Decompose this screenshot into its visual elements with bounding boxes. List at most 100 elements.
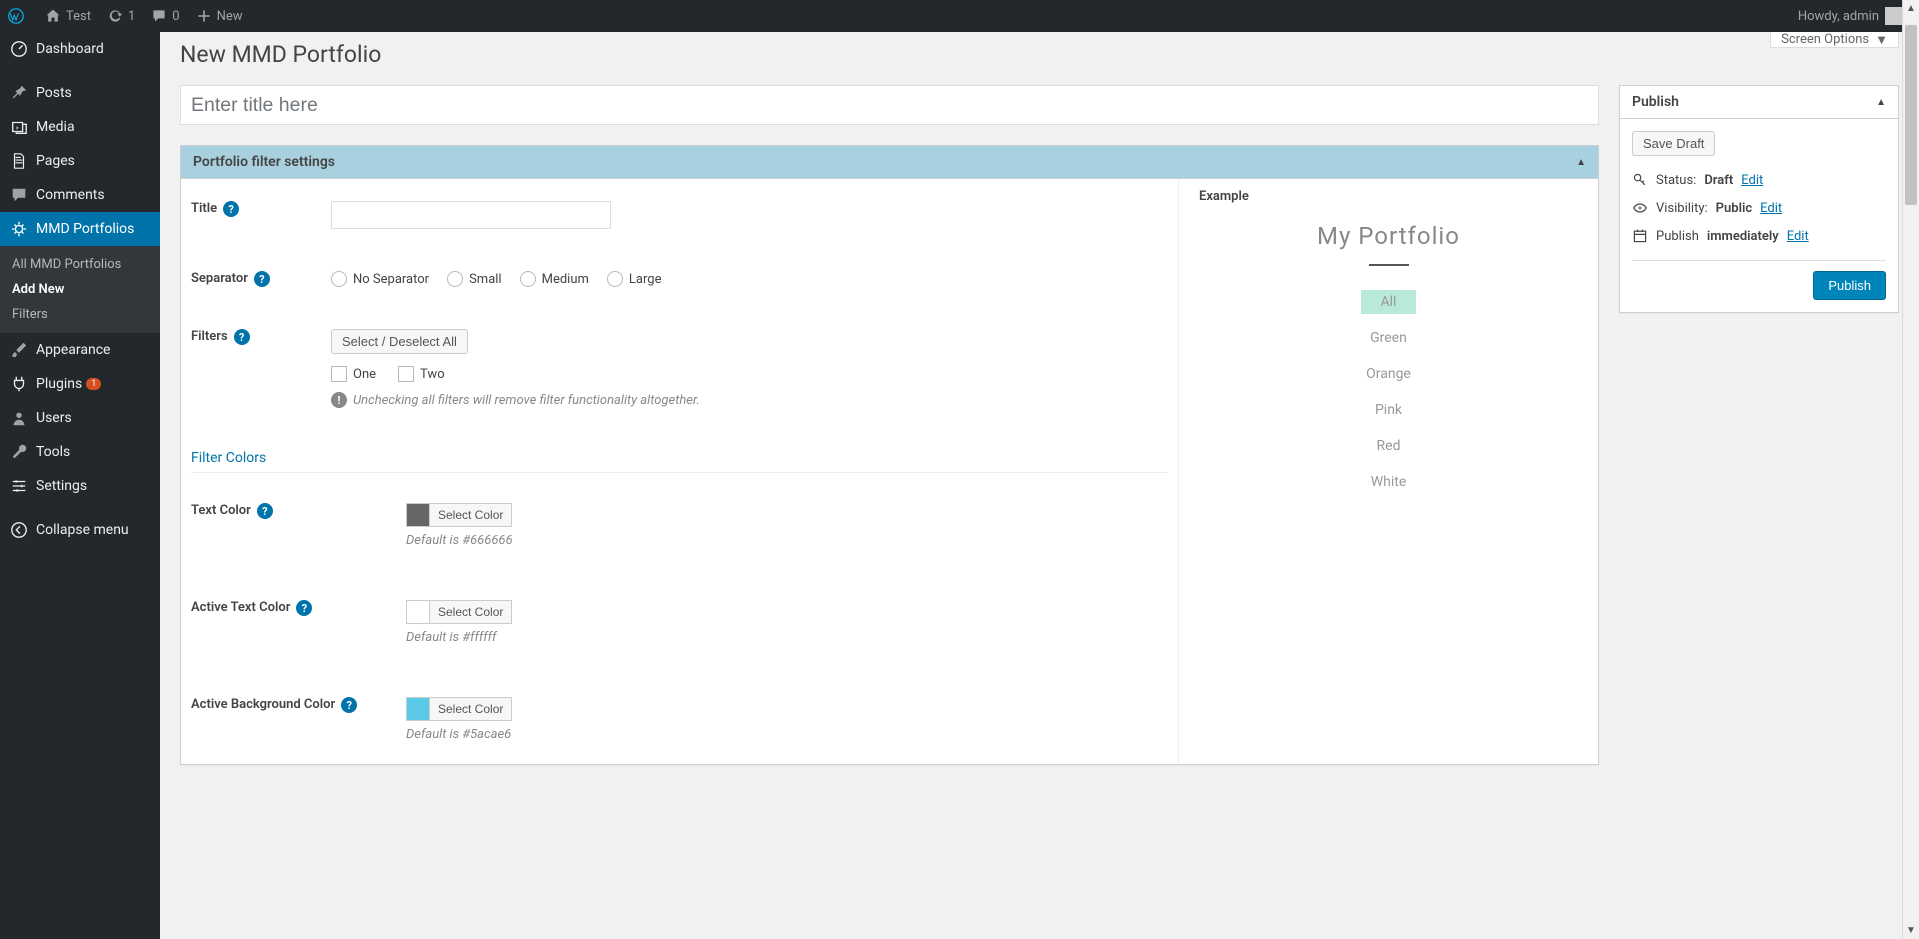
save-draft-button[interactable]: Save Draft — [1632, 131, 1715, 156]
menu-users[interactable]: Users — [0, 401, 160, 435]
menu-plugins[interactable]: Plugins1 — [0, 367, 160, 401]
content-area: Screen Options ▼ New MMD Portfolio Portf… — [160, 32, 1919, 805]
warning-icon — [331, 392, 347, 408]
menu-collapse[interactable]: Collapse menu — [0, 513, 160, 547]
new-link[interactable]: New — [188, 0, 251, 32]
vertical-scrollbar[interactable]: ▲ ▼ — [1902, 0, 1919, 939]
admin-sidebar: Dashboard Posts Media Pages Comments MMD… — [0, 32, 160, 939]
preview-filter-all[interactable]: All — [1361, 290, 1417, 314]
setting-title-label: Title — [191, 201, 217, 216]
key-icon — [1632, 172, 1648, 188]
publish-box-title: Publish — [1632, 94, 1679, 110]
preview-filter-list: All Green Orange Pink Red White — [1199, 290, 1578, 494]
collapse-icon[interactable]: ▲ — [1876, 97, 1886, 108]
scroll-down-icon[interactable]: ▼ — [1903, 922, 1919, 939]
media-icon — [10, 118, 28, 136]
preview-filter-orange[interactable]: Orange — [1346, 362, 1431, 386]
eye-icon — [1632, 200, 1648, 216]
select-color-button[interactable]: Select Color — [430, 697, 512, 721]
separator-large[interactable]: Large — [607, 271, 662, 287]
site-link[interactable]: Test — [37, 0, 99, 32]
comments-count: 0 — [172, 9, 179, 24]
visibility-label: Visibility: — [1656, 201, 1708, 216]
menu-media[interactable]: Media — [0, 110, 160, 144]
sliders-icon — [10, 477, 28, 495]
help-icon[interactable]: ? — [223, 201, 239, 217]
submenu-filters[interactable]: Filters — [0, 302, 160, 327]
visibility-value: Public — [1716, 201, 1752, 216]
active-bg-color-label: Active Background Color — [191, 697, 335, 712]
color-swatch — [406, 697, 430, 721]
new-label: New — [217, 9, 243, 24]
scroll-thumb[interactable] — [1905, 25, 1917, 205]
menu-posts[interactable]: Posts — [0, 76, 160, 110]
select-all-button[interactable]: Select / Deselect All — [331, 329, 468, 354]
default-hint: Default is #5acae6 — [406, 727, 1168, 742]
refresh-icon — [107, 8, 123, 24]
metabox-header[interactable]: Portfolio filter settings ▲ — [181, 146, 1598, 179]
portfolio-filter-settings-box: Portfolio filter settings ▲ Title? Separ… — [180, 145, 1599, 765]
title-input[interactable] — [180, 85, 1599, 125]
updates-link[interactable]: 1 — [99, 0, 143, 32]
text-color-picker[interactable]: Select Color — [406, 503, 1168, 527]
menu-appearance[interactable]: Appearance — [0, 333, 160, 367]
publish-box-header[interactable]: Publish ▲ — [1620, 86, 1898, 119]
color-swatch — [406, 503, 430, 527]
admin-toolbar: Test 1 0 New Howdy, admin — [0, 0, 1919, 32]
avatar — [1885, 7, 1903, 25]
collapse-icon[interactable]: ▲ — [1576, 157, 1586, 168]
color-swatch — [406, 600, 430, 624]
help-icon[interactable]: ? — [234, 329, 250, 345]
preview-filter-pink[interactable]: Pink — [1355, 398, 1422, 422]
scroll-up-icon[interactable]: ▲ — [1903, 0, 1919, 17]
user-icon — [10, 409, 28, 427]
filter-one[interactable]: One — [331, 366, 376, 382]
help-icon[interactable]: ? — [341, 697, 357, 713]
default-hint: Default is #666666 — [406, 533, 1168, 548]
filters-hint: Unchecking all filters will remove filte… — [353, 393, 700, 408]
help-icon[interactable]: ? — [257, 503, 273, 519]
separator-small[interactable]: Small — [447, 271, 502, 287]
wordpress-icon — [8, 8, 24, 24]
select-color-button[interactable]: Select Color — [430, 503, 512, 527]
filter-two[interactable]: Two — [398, 366, 445, 382]
howdy-link[interactable]: Howdy, admin — [1790, 0, 1911, 32]
screen-options-tab[interactable]: Screen Options ▼ — [1770, 32, 1899, 48]
menu-mmd-portfolios[interactable]: MMD Portfolios — [0, 212, 160, 246]
publish-button[interactable]: Publish — [1813, 271, 1886, 300]
site-name: Test — [66, 9, 91, 24]
menu-comments[interactable]: Comments — [0, 178, 160, 212]
help-icon[interactable]: ? — [254, 271, 270, 287]
status-label: Status: — [1656, 173, 1696, 188]
separator-label: Separator — [191, 271, 248, 286]
separator-medium[interactable]: Medium — [520, 271, 589, 287]
publish-date-label: Publish — [1656, 229, 1699, 244]
setting-title-input[interactable] — [331, 201, 611, 229]
preview-filter-white[interactable]: White — [1351, 470, 1427, 494]
edit-visibility-link[interactable]: Edit — [1760, 201, 1782, 216]
preview-separator — [1369, 264, 1409, 266]
active-bg-color-picker[interactable]: Select Color — [406, 697, 1168, 721]
wp-logo[interactable] — [0, 0, 37, 32]
help-icon[interactable]: ? — [296, 600, 312, 616]
select-color-button[interactable]: Select Color — [430, 600, 512, 624]
filters-label: Filters — [191, 329, 228, 344]
submenu-add-new[interactable]: Add New — [0, 277, 160, 302]
separator-none[interactable]: No Separator — [331, 271, 429, 287]
edit-date-link[interactable]: Edit — [1787, 229, 1809, 244]
filter-colors-heading: Filter Colors — [191, 440, 1168, 473]
menu-pages[interactable]: Pages — [0, 144, 160, 178]
edit-status-link[interactable]: Edit — [1741, 173, 1763, 188]
menu-settings[interactable]: Settings — [0, 469, 160, 503]
menu-tools[interactable]: Tools — [0, 435, 160, 469]
status-value: Draft — [1704, 173, 1733, 188]
menu-dashboard[interactable]: Dashboard — [0, 32, 160, 66]
comments-link[interactable]: 0 — [143, 0, 187, 32]
preview-filter-red[interactable]: Red — [1357, 434, 1421, 458]
brush-icon — [10, 341, 28, 359]
submenu-all[interactable]: All MMD Portfolios — [0, 252, 160, 277]
preview-filter-green[interactable]: Green — [1350, 326, 1427, 350]
publish-box: Publish ▲ Save Draft Status: Draft Edit … — [1619, 85, 1899, 313]
page-title: New MMD Portfolio — [180, 32, 1899, 72]
active-text-color-picker[interactable]: Select Color — [406, 600, 1168, 624]
